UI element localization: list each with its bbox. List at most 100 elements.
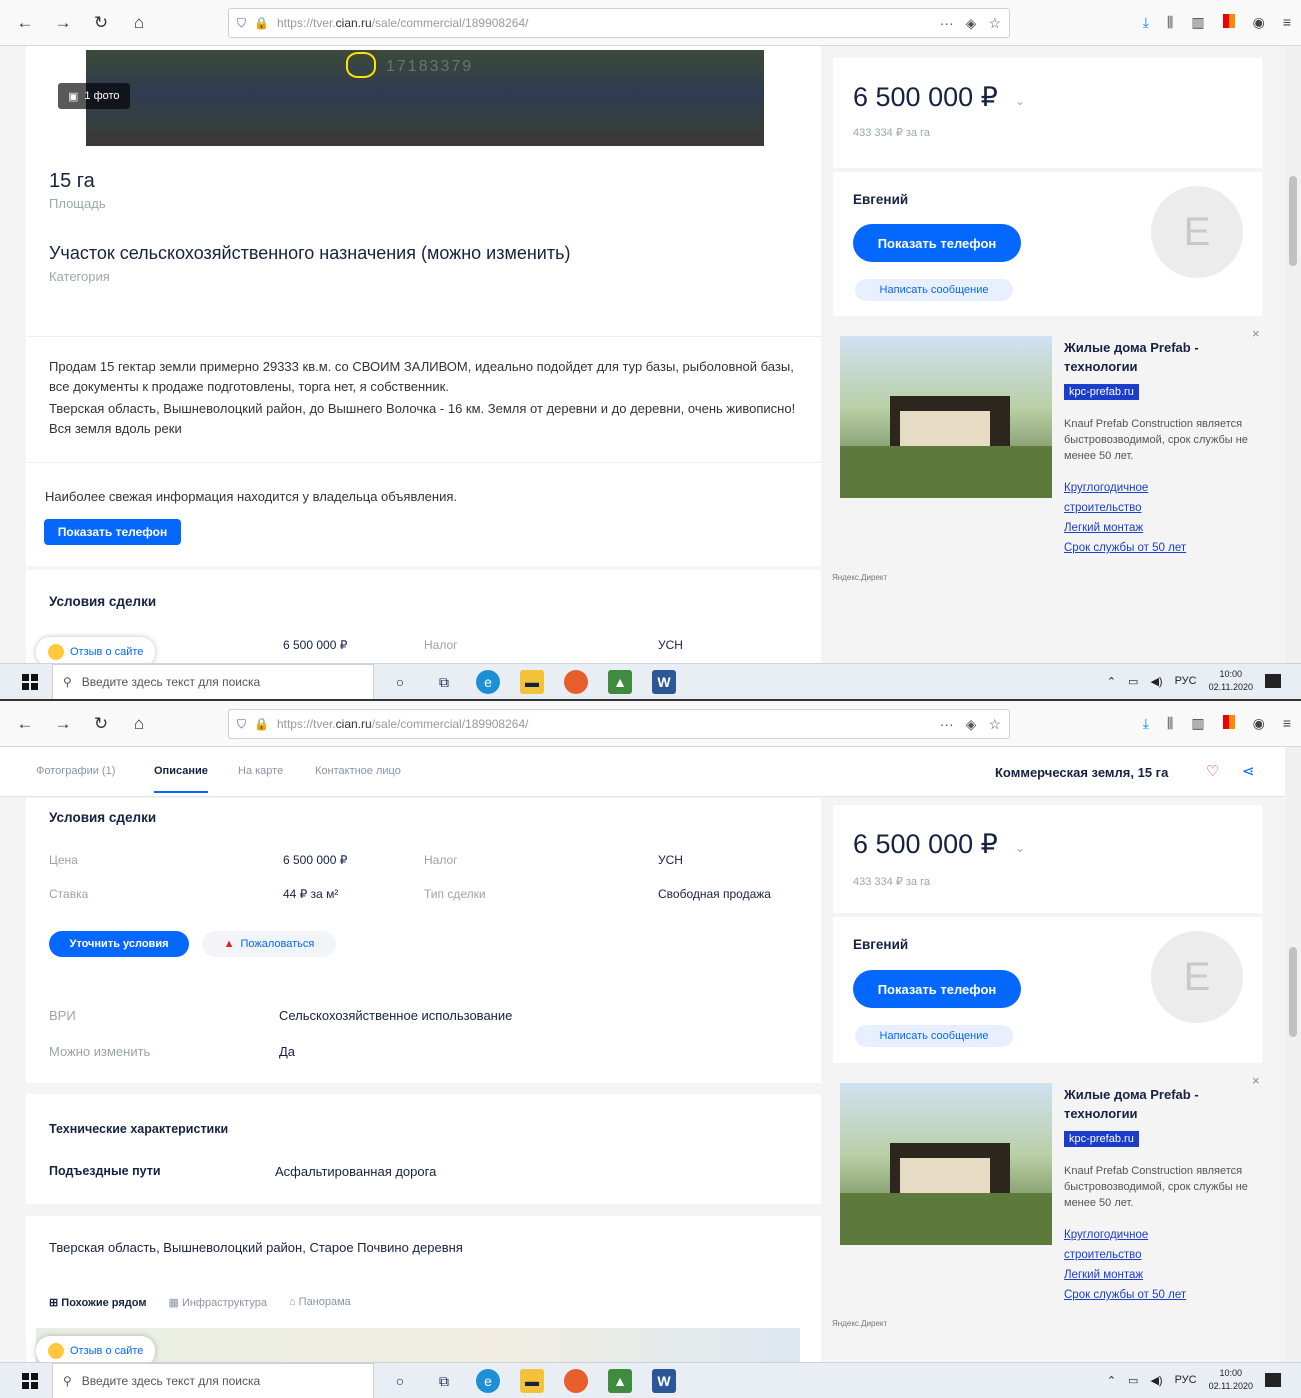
scrollbar-thumb[interactable]: [1289, 947, 1297, 1037]
write-message-button[interactable]: Написать сообщение: [855, 1025, 1013, 1047]
bookmark-star-icon[interactable]: ☆: [988, 716, 1001, 733]
write-message-button[interactable]: Написать сообщение: [855, 279, 1013, 301]
library-icon[interactable]: ⫼: [1167, 715, 1173, 732]
map-tab-panorama[interactable]: ⌂ Панорама: [289, 1296, 351, 1309]
url-domain: cian.ru: [335, 717, 372, 731]
address-bar[interactable]: ⛉ 🔒 https://tver. cian.ru/sale/commercial…: [228, 8, 1010, 38]
fresh-info-text: Наиболее свежая информация находится у в…: [45, 489, 457, 504]
tab-contact[interactable]: Контактное лицо: [315, 765, 401, 777]
ad-link-1[interactable]: Круглогодичное строительство: [1064, 478, 1214, 518]
cortana-icon[interactable]: ○: [388, 1369, 412, 1393]
address-bar-2[interactable]: ⛉ 🔒 https://tver. cian.ru/sale/commercial…: [228, 709, 1010, 739]
task-view-icon[interactable]: ⧉: [432, 670, 456, 694]
clarify-conditions-button[interactable]: Уточнить условия: [49, 931, 189, 957]
explorer-icon[interactable]: ▬: [520, 1369, 544, 1393]
sidebar-show-phone-button[interactable]: Показать телефон: [853, 970, 1021, 1008]
back-icon[interactable]: ←: [14, 714, 36, 734]
network-icon[interactable]: ▭: [1128, 1374, 1138, 1387]
edge-icon[interactable]: e: [476, 670, 500, 694]
scrollbar-2[interactable]: [1285, 747, 1301, 1365]
ad-title[interactable]: Жилые дома Prefab - технологии: [1064, 338, 1234, 376]
account-icon[interactable]: ◉: [1253, 715, 1265, 732]
show-phone-button[interactable]: Показать телефон: [44, 519, 181, 545]
ad-domain[interactable]: kpc-prefab.ru: [1064, 384, 1139, 400]
ad-link-3[interactable]: Срок службы от 50 лет: [1064, 538, 1214, 558]
taskbar-search[interactable]: ⚲ Введите здесь текст для поиска: [52, 1363, 374, 1398]
account-icon[interactable]: ◉: [1253, 14, 1265, 31]
ad-image[interactable]: [840, 336, 1052, 498]
reload-icon[interactable]: ↻: [90, 714, 112, 734]
word-icon[interactable]: W: [652, 670, 676, 694]
ad-title[interactable]: Жилые дома Prefab - технологии: [1064, 1085, 1234, 1123]
photos-icon[interactable]: ▲: [608, 1369, 632, 1393]
bookmark-star-icon[interactable]: ☆: [988, 15, 1001, 32]
reload-icon[interactable]: ↻: [90, 13, 112, 33]
explorer-icon[interactable]: ▬: [520, 670, 544, 694]
home-icon[interactable]: ⌂: [128, 714, 150, 734]
network-icon[interactable]: ▭: [1128, 675, 1138, 688]
clock[interactable]: 10:00 02.11.2020: [1209, 1367, 1253, 1393]
hamburger-menu-icon[interactable]: ≡: [1283, 715, 1291, 732]
sidebar-show-phone-button[interactable]: Показать телефон: [853, 224, 1021, 262]
photo-count-badge[interactable]: ▣ 1 фото: [58, 83, 130, 109]
price-chevron-icon[interactable]: ⌄: [1015, 841, 1025, 855]
download-icon[interactable]: ⤓: [1143, 715, 1149, 732]
library-icon[interactable]: ⫼: [1167, 14, 1173, 31]
firefox-icon[interactable]: [564, 1369, 588, 1393]
ad-source[interactable]: Яндекс.Директ: [832, 573, 887, 582]
ad-close-icon[interactable]: ×: [1252, 1073, 1260, 1088]
extension-flag-icon[interactable]: [1222, 14, 1235, 28]
forward-icon[interactable]: →: [52, 714, 74, 734]
windows-start-icon[interactable]: [22, 673, 38, 690]
share-icon[interactable]: ⋖: [1242, 762, 1255, 780]
heart-icon[interactable]: ♡: [1206, 762, 1219, 780]
pocket-icon[interactable]: ◈: [966, 716, 977, 733]
page-actions-icon[interactable]: ···: [940, 15, 954, 32]
ad-image[interactable]: [840, 1083, 1052, 1245]
language[interactable]: РУС: [1175, 675, 1197, 687]
cortana-icon[interactable]: ○: [388, 670, 412, 694]
ad-link-3[interactable]: Срок службы от 50 лет: [1064, 1285, 1214, 1305]
tab-map[interactable]: На карте: [238, 765, 283, 777]
complain-button[interactable]: ▲ Пожаловаться: [202, 931, 336, 957]
ad-source[interactable]: Яндекс.Директ: [832, 1319, 887, 1328]
page-actions-icon[interactable]: ···: [940, 716, 954, 733]
windows-start-icon[interactable]: [22, 1372, 38, 1389]
edge-icon[interactable]: e: [476, 1369, 500, 1393]
pocket-icon[interactable]: ◈: [966, 15, 977, 32]
sidebar-icon[interactable]: ▥: [1191, 14, 1204, 31]
clock[interactable]: 10:00 02.11.2020: [1209, 668, 1253, 694]
ad-link-2[interactable]: Легкий монтаж: [1064, 518, 1214, 538]
ad-domain[interactable]: kpc-prefab.ru: [1064, 1131, 1139, 1147]
word-icon[interactable]: W: [652, 1369, 676, 1393]
price-chevron-icon[interactable]: ⌄: [1015, 94, 1025, 108]
back-icon[interactable]: ←: [14, 13, 36, 33]
ad-link-2[interactable]: Легкий монтаж: [1064, 1265, 1214, 1285]
volume-icon[interactable]: ◀): [1150, 675, 1162, 688]
volume-icon[interactable]: ◀): [1150, 1374, 1162, 1387]
scrollbar[interactable]: [1285, 46, 1301, 666]
taskbar-search[interactable]: ⚲ Введите здесь текст для поиска: [52, 664, 374, 699]
task-view-icon[interactable]: ⧉: [432, 1369, 456, 1393]
ad-link-1[interactable]: Круглогодичное строительство: [1064, 1225, 1214, 1265]
scrollbar-thumb[interactable]: [1289, 176, 1297, 266]
firefox-icon[interactable]: [564, 670, 588, 694]
tray-chevron-icon[interactable]: ⌃: [1107, 675, 1116, 688]
notifications-icon[interactable]: [1265, 674, 1281, 688]
tab-description[interactable]: Описание: [154, 765, 208, 793]
map-tab-infra[interactable]: ▦ Инфраструктура: [168, 1296, 266, 1309]
tray-chevron-icon[interactable]: ⌃: [1107, 1374, 1116, 1387]
sidebar-icon[interactable]: ▥: [1191, 715, 1204, 732]
hamburger-menu-icon[interactable]: ≡: [1283, 14, 1291, 31]
tab-photos[interactable]: Фотографии (1): [36, 765, 115, 777]
ad-close-icon[interactable]: ×: [1252, 326, 1260, 341]
photos-icon[interactable]: ▲: [608, 670, 632, 694]
map-thumbnail[interactable]: 17183379: [86, 50, 764, 146]
map-tab-similar[interactable]: ⊞ Похожие рядом: [49, 1296, 146, 1309]
language[interactable]: РУС: [1175, 1374, 1197, 1386]
notifications-icon[interactable]: [1265, 1373, 1281, 1387]
home-icon[interactable]: ⌂: [128, 13, 150, 33]
forward-icon[interactable]: →: [52, 13, 74, 33]
extension-flag-icon[interactable]: [1222, 715, 1235, 729]
download-icon[interactable]: ⤓: [1143, 14, 1149, 31]
